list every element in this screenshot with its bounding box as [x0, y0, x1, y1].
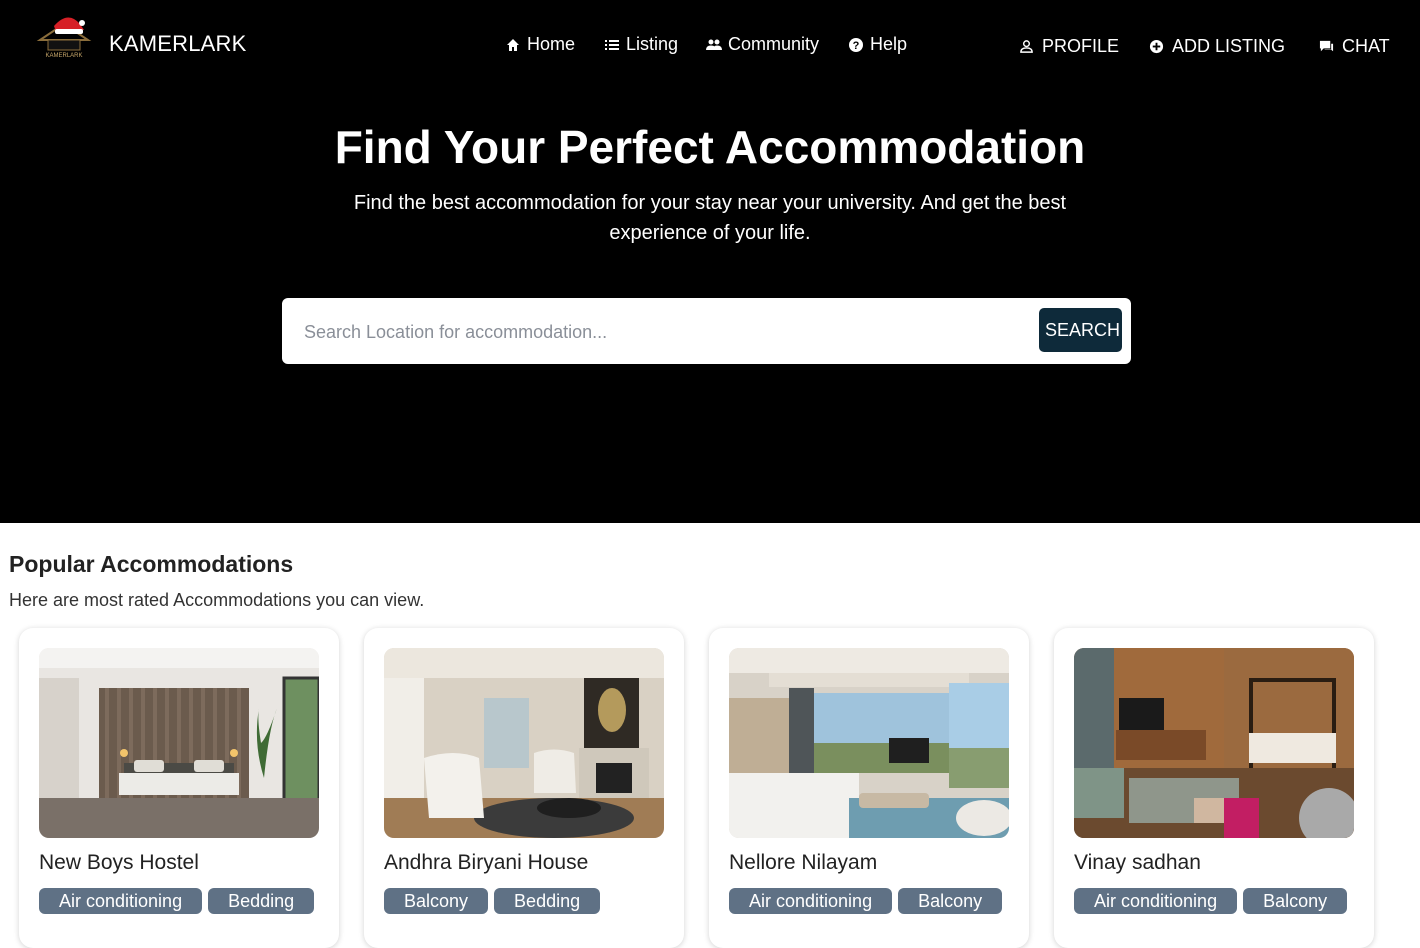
logo[interactable]: KAMERLARK: [34, 12, 94, 60]
section-subtitle: Here are most rated Accommodations you c…: [9, 590, 425, 610]
nav-home-label: Home: [527, 34, 576, 54]
svg-text:?: ?: [853, 40, 860, 52]
accommodation-card[interactable]: Nellore Nilayam Air conditioning Balcony: [709, 628, 1029, 948]
amenity-tags: Air conditioning Balcony: [1074, 888, 1354, 914]
add-circle-icon: [1149, 39, 1164, 54]
profile-button[interactable]: PROFILE: [1019, 36, 1119, 57]
accommodation-name[interactable]: Andhra Biryani House: [384, 851, 588, 875]
amenity-tags: Air conditioning Balcony: [729, 888, 1009, 914]
help-icon: ?: [849, 37, 863, 52]
person-icon: [1020, 40, 1033, 53]
nav-help-label: Help: [870, 34, 908, 54]
accommodation-photo[interactable]: [1074, 648, 1354, 838]
search-bar: SEARCH: [282, 298, 1131, 364]
accommodation-card[interactable]: New Boys Hostel Air conditioning Bedding: [19, 628, 339, 948]
amenity-tag: Balcony: [898, 888, 1003, 914]
hero-subtitle: Find the best accommodation for your sta…: [353, 192, 1067, 244]
accommodation-photo[interactable]: [384, 648, 664, 838]
add-listing-label: ADD LISTING: [1172, 36, 1286, 56]
accommodation-photo[interactable]: [39, 648, 319, 838]
amenity-tags: Air conditioning Bedding: [39, 888, 319, 914]
accommodation-name[interactable]: New Boys Hostel: [39, 851, 199, 875]
home-icon: [507, 38, 519, 51]
accommodation-name[interactable]: Vinay sadhan: [1074, 851, 1201, 875]
brand-name[interactable]: KAMERLARK: [109, 31, 247, 57]
amenity-tag: Balcony: [1243, 888, 1348, 914]
list-icon: [605, 39, 619, 50]
accommodation-photo[interactable]: [729, 648, 1009, 838]
people-icon: [706, 39, 722, 50]
hero-section: KAMERLARK KAMERLARK Home Listing Communi…: [0, 0, 1420, 523]
add-listing-button[interactable]: ADD LISTING: [1149, 36, 1285, 57]
nav-home[interactable]: Home: [505, 34, 575, 55]
logo-house-icon: KAMERLARK: [36, 17, 92, 59]
logo-text: KAMERLARK: [45, 53, 82, 59]
nav-help[interactable]: ? Help: [848, 34, 907, 55]
chat-icon: [1319, 40, 1334, 52]
nav-community[interactable]: Community: [706, 34, 819, 55]
accommodation-name[interactable]: Nellore Nilayam: [729, 851, 877, 875]
search-button[interactable]: SEARCH: [1039, 308, 1122, 352]
amenity-tag: Air conditioning: [729, 888, 893, 914]
search-input[interactable]: [302, 312, 1026, 352]
chat-button[interactable]: CHAT: [1319, 36, 1390, 57]
amenity-tag: Air conditioning: [39, 888, 203, 914]
profile-label: PROFILE: [1042, 36, 1120, 56]
accommodation-card[interactable]: Andhra Biryani House Balcony Bedding: [364, 628, 684, 948]
section-title: Popular Accommodations: [9, 551, 294, 577]
nav-listing[interactable]: Listing: [604, 34, 678, 55]
nav-listing-label: Listing: [626, 34, 679, 54]
amenity-tags: Balcony Bedding: [384, 888, 664, 914]
amenity-tag: Air conditioning: [1074, 888, 1238, 914]
amenity-tag: Bedding: [494, 888, 601, 914]
amenity-tag: Balcony: [384, 888, 489, 914]
amenity-tag: Bedding: [208, 888, 315, 914]
nav-community-label: Community: [728, 34, 820, 54]
chat-label: CHAT: [1342, 36, 1390, 56]
accommodation-card[interactable]: Vinay sadhan Air conditioning Balcony: [1054, 628, 1374, 948]
hero-title: Find Your Perfect Accommodation: [334, 121, 1086, 173]
